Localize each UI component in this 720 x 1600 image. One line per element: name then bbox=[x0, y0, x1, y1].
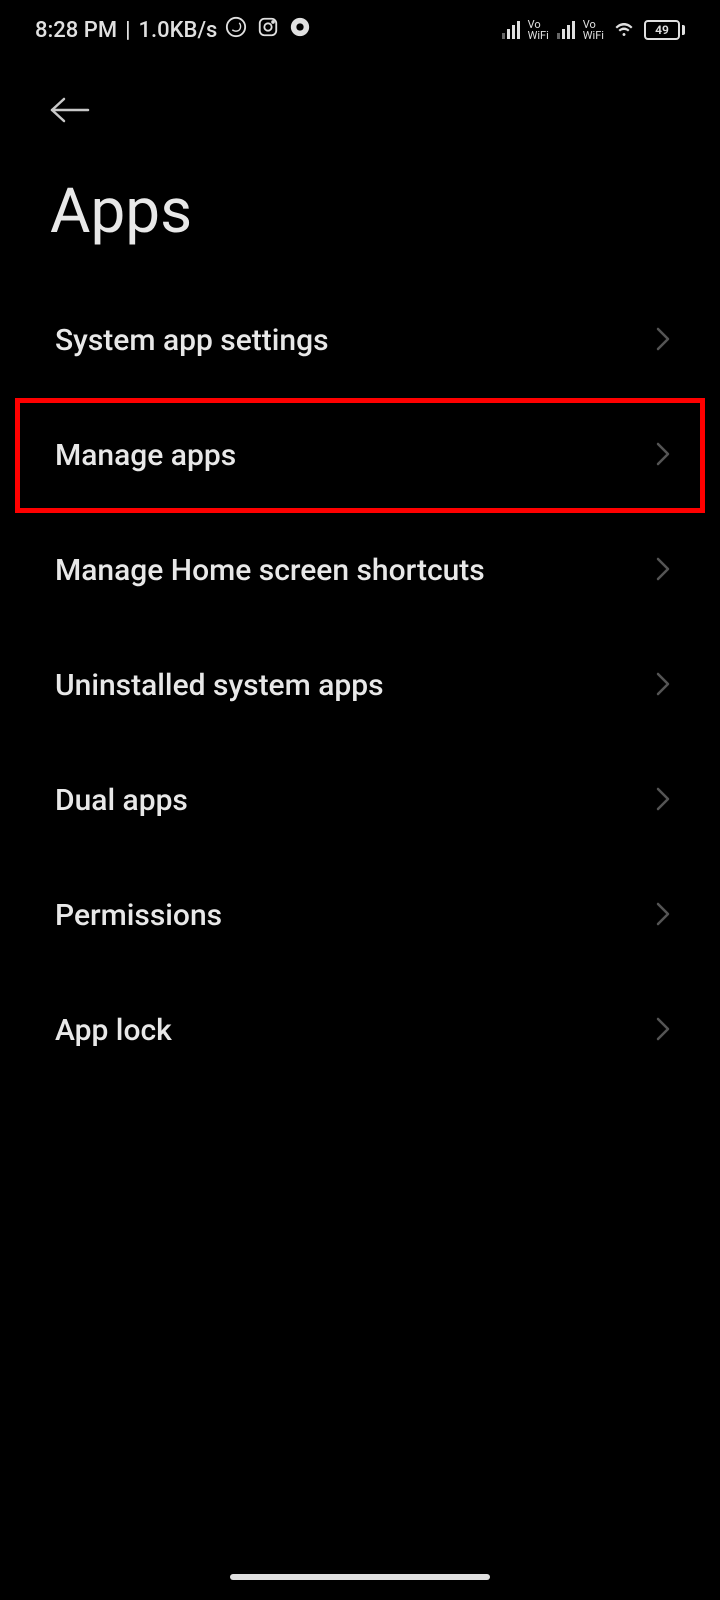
status-left: 8:28 PM | 1.0KB/s bbox=[35, 16, 311, 44]
chevron-right-icon bbox=[656, 672, 670, 700]
menu-item-system-app-settings[interactable]: System app settings bbox=[15, 283, 705, 398]
status-app-icons bbox=[225, 16, 311, 44]
menu-item-label: Uninstalled system apps bbox=[55, 668, 384, 703]
status-time: 8:28 PM bbox=[35, 18, 117, 43]
menu-list: System app settings Manage apps Manage H… bbox=[0, 283, 720, 1088]
menu-item-label: App lock bbox=[55, 1013, 172, 1048]
status-right: Vo WiFi Vo WiFi 49 bbox=[502, 16, 685, 44]
whatsapp-icon bbox=[225, 16, 247, 44]
menu-item-label: Permissions bbox=[55, 898, 222, 933]
menu-item-manage-apps[interactable]: Manage apps bbox=[15, 398, 705, 513]
signal-icon-2 bbox=[557, 21, 575, 39]
menu-item-label: Manage Home screen shortcuts bbox=[55, 553, 485, 588]
menu-item-manage-home-shortcuts[interactable]: Manage Home screen shortcuts bbox=[15, 513, 705, 628]
battery-icon: 49 bbox=[644, 20, 685, 40]
status-network-speed: 1.0KB/s bbox=[139, 18, 218, 43]
chevron-right-icon bbox=[656, 902, 670, 930]
status-separator: | bbox=[125, 18, 130, 43]
menu-item-uninstalled-system-apps[interactable]: Uninstalled system apps bbox=[15, 628, 705, 743]
chevron-right-icon bbox=[656, 442, 670, 470]
menu-item-permissions[interactable]: Permissions bbox=[15, 858, 705, 973]
wifi-icon bbox=[612, 16, 636, 44]
vowifi-label-1: Vo WiFi bbox=[528, 19, 549, 41]
status-bar: 8:28 PM | 1.0KB/s bbox=[0, 0, 720, 60]
chevron-right-icon bbox=[656, 327, 670, 355]
chevron-right-icon bbox=[656, 557, 670, 585]
menu-item-dual-apps[interactable]: Dual apps bbox=[15, 743, 705, 858]
chrome-icon bbox=[289, 16, 311, 44]
header bbox=[0, 60, 720, 130]
home-indicator[interactable] bbox=[230, 1574, 490, 1580]
vowifi-label-2: Vo WiFi bbox=[583, 19, 604, 41]
menu-item-app-lock[interactable]: App lock bbox=[15, 973, 705, 1088]
menu-item-label: Manage apps bbox=[55, 438, 236, 473]
page-title: Apps bbox=[0, 130, 720, 283]
signal-icon-1 bbox=[502, 21, 520, 39]
chevron-right-icon bbox=[656, 787, 670, 815]
instagram-icon bbox=[257, 16, 279, 44]
chevron-right-icon bbox=[656, 1017, 670, 1045]
back-button[interactable] bbox=[50, 90, 90, 130]
menu-item-label: Dual apps bbox=[55, 783, 188, 818]
menu-item-label: System app settings bbox=[55, 323, 329, 358]
